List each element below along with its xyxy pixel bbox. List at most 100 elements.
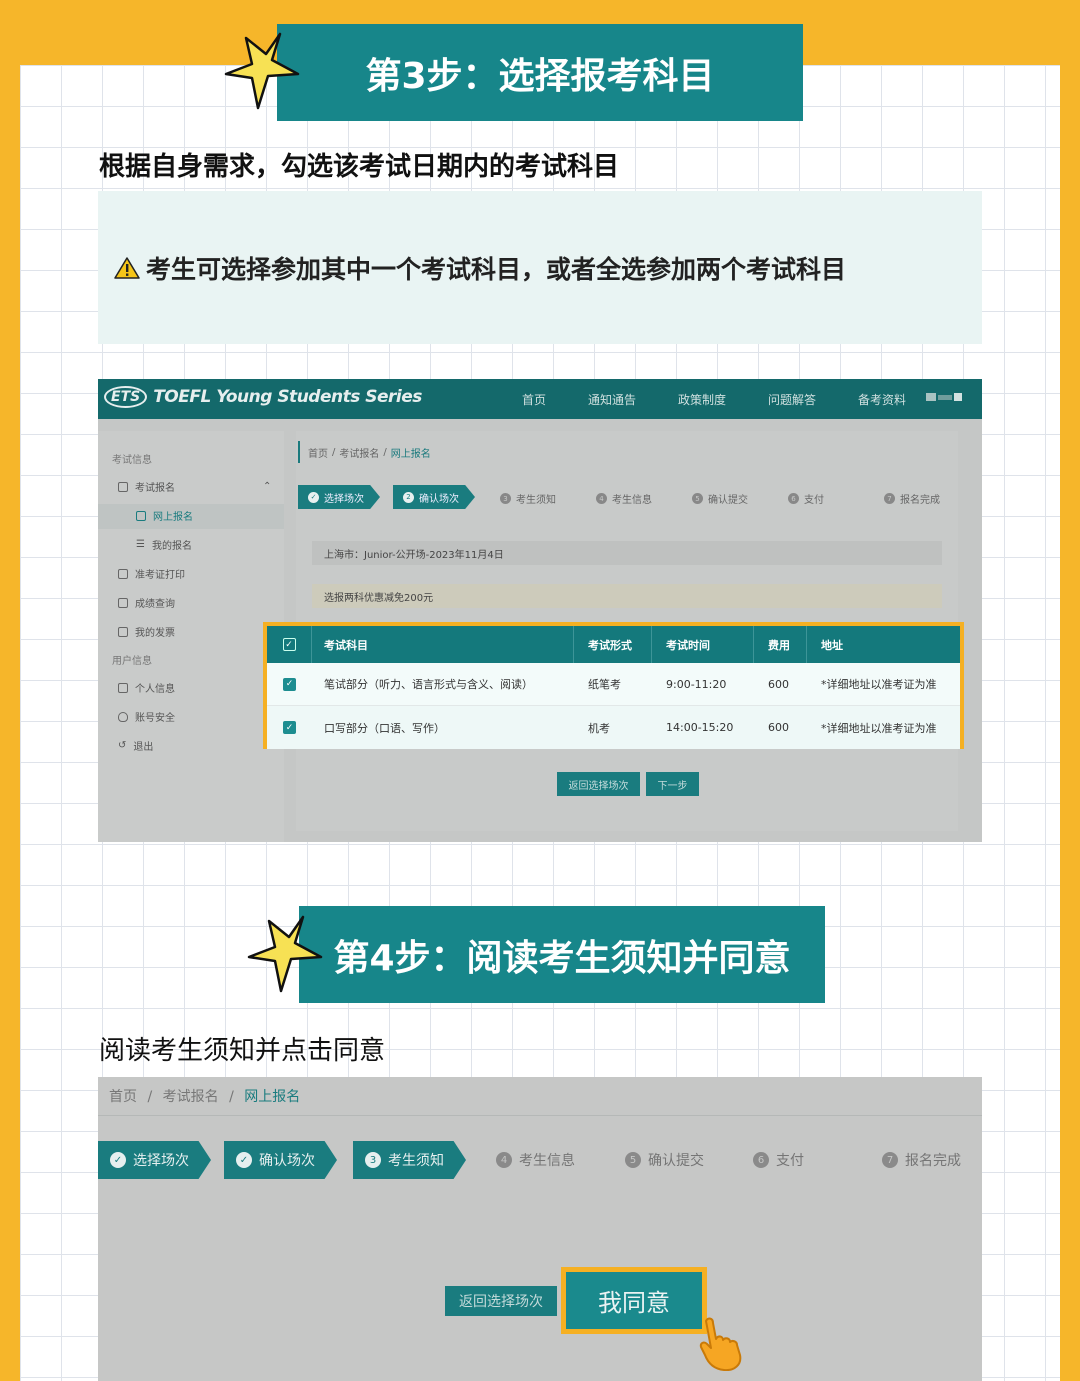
- id-card-icon: [118, 682, 128, 693]
- step-number: 3: [500, 493, 511, 504]
- step4-subtitle: 阅读考生须知并点击同意: [99, 1036, 386, 1066]
- agree-button[interactable]: 我同意: [561, 1267, 707, 1334]
- back-to-session-button[interactable]: 返回选择场次: [445, 1286, 557, 1316]
- header-subject: 考试科目: [312, 626, 574, 663]
- breadcrumb-current: 网上报名: [390, 448, 431, 460]
- shield-icon: [118, 711, 128, 722]
- table-row[interactable]: ✓ 笔试部分（听力、语言形式与含义、阅读） 纸笔考 9:00-11:20 600…: [267, 663, 960, 706]
- sidebar-item-logout[interactable]: ↺ 退出: [118, 738, 153, 753]
- breadcrumb-home[interactable]: 首页: [308, 445, 328, 460]
- subject-table: ✓ 考试科目 考试形式 考试时间 费用 地址 ✓ 笔试部分（听力、语言形式与含义…: [263, 622, 964, 749]
- nav-prep[interactable]: 备考资料: [858, 391, 906, 408]
- nav-policies[interactable]: 政策制度: [678, 391, 726, 408]
- checkbox-icon[interactable]: ✓: [282, 638, 296, 651]
- notice-box: 考生可选择参加其中一个考试科目，或者全选参加两个考试科目: [98, 191, 982, 344]
- step-confirm-submit: 5 确认提交: [625, 1141, 704, 1179]
- step-label: 确认提交: [708, 495, 748, 506]
- next-step-button[interactable]: 下一步: [646, 772, 699, 796]
- session-name: Junior-公开场-2023年11月4日: [364, 549, 504, 561]
- star-icon: [224, 32, 300, 110]
- step-complete: 7 报名完成: [884, 491, 940, 506]
- breadcrumb-sep: /: [229, 1089, 234, 1105]
- step-candidate-info: 4 考生信息: [596, 491, 652, 506]
- step-number: 4: [496, 1152, 512, 1168]
- divider: [98, 1115, 982, 1116]
- step-label: 确认场次: [259, 1153, 315, 1169]
- check-icon: ✓: [110, 1152, 126, 1168]
- invoice-icon: [118, 626, 128, 637]
- step-number: 5: [625, 1152, 641, 1168]
- sidebar-item-label: 我的发票: [135, 628, 175, 639]
- sidebar-item-label: 退出: [133, 742, 154, 753]
- logo[interactable]: ETS TOEFL Young Students Series: [104, 386, 422, 408]
- ets-logo: ETS: [104, 386, 148, 408]
- breadcrumb-home[interactable]: 首页: [109, 1089, 137, 1105]
- cell-format: 机考: [588, 721, 610, 735]
- back-to-session-button[interactable]: 返回选择场次: [557, 772, 640, 796]
- header-fee: 费用: [754, 626, 807, 663]
- session-location: 上海市：: [324, 549, 364, 561]
- row-checkbox[interactable]: ✓: [267, 663, 312, 705]
- user-menu-icon[interactable]: [926, 392, 970, 404]
- header-select-all[interactable]: ✓: [267, 626, 312, 663]
- sidebar-item-my-register[interactable]: ☰ 我的报名: [136, 537, 192, 552]
- sidebar-item-security[interactable]: 账号安全: [118, 709, 175, 724]
- breadcrumb-parent[interactable]: 考试报名: [339, 445, 379, 460]
- sidebar-item-scores[interactable]: 成绩查询: [118, 595, 175, 610]
- sidebar-item-label: 考试报名: [135, 483, 175, 494]
- step-label: 考生信息: [519, 1153, 575, 1169]
- step-label: 报名完成: [900, 495, 940, 506]
- step-confirm-session: ✓ 确认场次: [224, 1141, 337, 1179]
- printer-icon: [118, 568, 128, 579]
- sidebar-item-label: 成绩查询: [135, 599, 175, 610]
- check-icon: ✓: [236, 1152, 252, 1168]
- step-label: 选择场次: [133, 1153, 189, 1169]
- warning-icon: [114, 256, 140, 279]
- edit-icon: [118, 481, 128, 492]
- pointing-hand-icon: [699, 1317, 742, 1371]
- step-number: 7: [882, 1152, 898, 1168]
- cell-time: 14:00-15:20: [666, 721, 734, 734]
- top-navbar: ETS TOEFL Young Students Series 首页 通知通告 …: [98, 379, 982, 419]
- sidebar-item-label: 网上报名: [153, 512, 193, 523]
- logout-icon: ↺: [118, 740, 127, 751]
- row-checkbox[interactable]: ✓: [267, 706, 312, 749]
- list-icon: ☰: [136, 539, 145, 550]
- step3-banner: 第3步：选择报考科目: [277, 24, 803, 121]
- sidebar-item-invoice[interactable]: 我的发票: [118, 624, 175, 639]
- brand-name: TOEFL Young Students Series: [153, 387, 422, 407]
- cell-subject: 笔试部分（听力、语言形式与含义、阅读）: [324, 678, 533, 691]
- step-number: 3: [365, 1152, 381, 1168]
- check-icon: ✓: [308, 491, 319, 503]
- step4-banner: 第4步：阅读考生须知并同意: [299, 906, 825, 1003]
- step-number: 2: [403, 491, 414, 503]
- step-candidate-info: 4 考生信息: [496, 1141, 575, 1179]
- sidebar-item-label: 我的报名: [151, 541, 192, 552]
- table-header: ✓ 考试科目 考试形式 考试时间 费用 地址: [267, 626, 960, 663]
- cell-fee: 600: [768, 677, 789, 691]
- breadcrumb-sep: /: [383, 446, 387, 458]
- cell-format: 纸笔考: [588, 678, 621, 691]
- step-select-session: ✓ 选择场次: [298, 485, 380, 509]
- sidebar-item-online-register[interactable]: 网上报名: [136, 508, 193, 523]
- sidebar-item-register[interactable]: 考试报名 ⌃: [118, 479, 271, 494]
- cell-address: *详细地址以准考证为准: [821, 721, 937, 735]
- sidebar-item-admission-print[interactable]: 准考证打印: [118, 566, 185, 581]
- cell-subject: 口写部分（口语、写作）: [324, 721, 445, 735]
- nav-home[interactable]: 首页: [522, 391, 546, 408]
- header-time: 考试时间: [652, 626, 754, 663]
- registration-screenshot: ETS TOEFL Young Students Series 首页 通知通告 …: [98, 379, 982, 842]
- step-instructions: 3 考生须知: [353, 1141, 466, 1179]
- step-number: 4: [596, 493, 607, 504]
- nav-notices[interactable]: 通知通告: [588, 391, 636, 408]
- step-number: 6: [753, 1152, 769, 1168]
- sidebar-item-profile[interactable]: 个人信息: [118, 680, 175, 695]
- table-row[interactable]: ✓ 口写部分（口语、写作） 机考 14:00-15:20 600 *详细地址以准…: [267, 706, 960, 749]
- sidebar-item-label: 个人信息: [135, 684, 175, 695]
- sidebar: 考试信息 考试报名 ⌃ 网上报名 ☰ 我的报名 准考证打印 成绩查询 我的发票 用户…: [98, 431, 284, 842]
- checkbox-checked-icon[interactable]: ✓: [283, 677, 296, 691]
- notice-text: 考生可选择参加其中一个考试科目，或者全选参加两个考试科目: [146, 254, 847, 284]
- nav-faq[interactable]: 问题解答: [768, 391, 816, 408]
- breadcrumb-parent[interactable]: 考试报名: [163, 1089, 219, 1105]
- checkbox-checked-icon[interactable]: ✓: [283, 721, 296, 734]
